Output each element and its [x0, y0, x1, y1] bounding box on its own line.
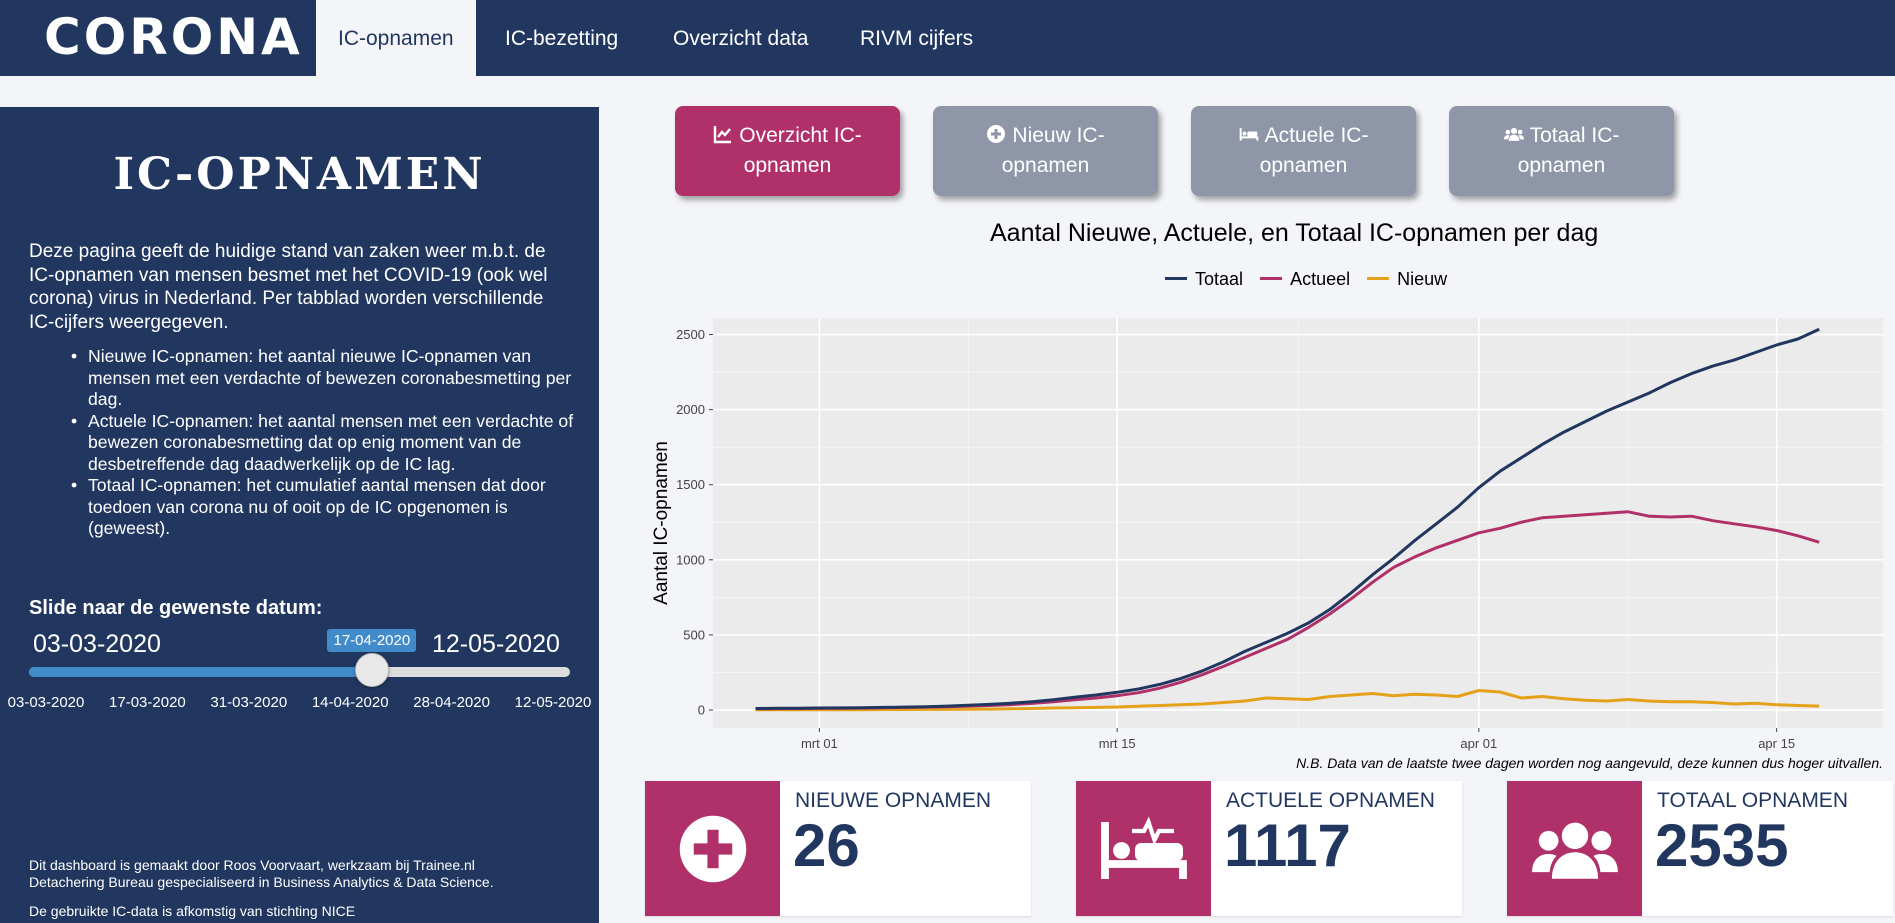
- tab-ic-bezetting[interactable]: IC-bezetting: [483, 0, 640, 76]
- x-tick-label: mrt 01: [801, 736, 838, 751]
- slider-tick-label: 31-03-2020: [210, 694, 288, 711]
- legend-nieuw[interactable]: Nieuw: [1367, 269, 1447, 290]
- slider-max-label: 12-05-2020: [432, 630, 560, 658]
- value-box-number: 2535: [1655, 812, 1789, 879]
- value-box-number: 1117: [1224, 812, 1351, 879]
- slider-tick-label: 14-04-2020: [311, 694, 389, 711]
- sidebar-title: IC-OPNAMEN: [113, 149, 486, 200]
- slider-tick-label: 03-03-2020: [7, 694, 85, 711]
- value-box-icon-bg: [645, 781, 780, 916]
- author-note: Dit dashboard is gemaakt door Roos Voorv…: [29, 857, 494, 890]
- date-slider-track[interactable]: [29, 667, 570, 677]
- bullet-nieuwe: Nieuwe IC-opnamen: het aantal nieuwe IC-…: [71, 346, 578, 411]
- y-axis-label: Aantal IC-opnamen: [651, 441, 672, 605]
- legend-totaal-label: Totaal: [1195, 269, 1244, 289]
- slider-min-label: 03-03-2020: [33, 630, 161, 658]
- x-tick-label: apr 15: [1758, 736, 1795, 751]
- slider-tick-label: 28-04-2020: [413, 694, 490, 711]
- chart-footnote: N.B. Data van de laatste twee dagen word…: [1296, 755, 1883, 771]
- hospital-bed-icon: [1239, 128, 1258, 141]
- ic-opnamen-line-chart[interactable]: 0 500 1000 1500 2000 2500 mrt 01 mrt 15 apr 01 ap…: [645, 305, 1890, 765]
- data-source-note: De gebruikte IC-data is afkomstig van st…: [29, 903, 356, 919]
- tab-rivm-cijfers[interactable]: RIVM cijfers: [838, 0, 995, 76]
- legend-totaal[interactable]: Totaal: [1165, 269, 1243, 290]
- value-box-number: 26: [793, 812, 860, 879]
- date-slider-fill: [29, 667, 372, 677]
- y-tick-label: 500: [683, 627, 705, 642]
- tab-ic-opnamen[interactable]: IC-opnamen: [316, 0, 476, 76]
- sidebar-intro: Deze pagina geeft de huidige stand van z…: [29, 241, 548, 333]
- y-tick-label: 1500: [676, 477, 705, 492]
- value-box-totaal: TOTAAL OPNAMEN 2535: [1507, 781, 1893, 916]
- value-box-label: ACTUELE OPNAMEN: [1226, 789, 1435, 812]
- y-tick-label: 2000: [676, 402, 705, 417]
- users-icon: [1531, 822, 1618, 879]
- x-tick-label: apr 01: [1460, 736, 1497, 751]
- sidebar-bullet-list: Nieuwe IC-opnamen: het aantal nieuwe IC-…: [71, 346, 578, 540]
- chart-title: Aantal Nieuwe, Actuele, en Totaal IC-opn…: [990, 219, 1599, 247]
- value-box-icon-bg: [1076, 781, 1211, 916]
- tab-overzicht-data[interactable]: Overzicht data: [651, 0, 830, 76]
- slider-tick-label: 17-03-2020: [109, 694, 186, 711]
- date-slider-handle[interactable]: [354, 653, 389, 687]
- legend-actueel[interactable]: Actueel: [1260, 269, 1350, 290]
- totaal-ic-opnamen-button[interactable]: Totaal IC-opnamen: [1449, 106, 1674, 196]
- slider-tick-label: 12-05-2020: [514, 694, 592, 711]
- value-box-label: NIEUWE OPNAMEN: [795, 789, 992, 812]
- button-label: Nieuw IC-opnamen: [1001, 124, 1105, 177]
- value-box-icon-bg: [1507, 781, 1642, 916]
- button-label: Actuele IC-opnamen: [1259, 124, 1369, 177]
- users-icon: [1503, 127, 1524, 141]
- bullet-totaal: Totaal IC-opnamen: het cumulatief aantal…: [71, 475, 578, 540]
- overzicht-ic-opnamen-button[interactable]: Overzicht IC-opnamen: [675, 106, 900, 196]
- sidebar: IC-OPNAMEN Deze pagina geeft de huidige …: [0, 107, 599, 923]
- x-tick-label: mrt 15: [1099, 736, 1136, 751]
- button-label: Totaal IC-opnamen: [1517, 124, 1620, 177]
- slider-label: Slide naar de gewenste datum:: [29, 597, 323, 619]
- y-tick-label: 0: [698, 702, 705, 717]
- legend-nieuw-label: Nieuw: [1397, 269, 1448, 289]
- top-navbar: CORONA IC-opnamen IC-bezetting Overzicht…: [0, 0, 1895, 76]
- chart-line-icon: [714, 126, 732, 144]
- bullet-actuele: Actuele IC-opnamen: het aantal mensen me…: [71, 411, 578, 476]
- hospital-bed-icon: [1100, 816, 1187, 879]
- value-box-actuele: ACTUELE OPNAMEN 1117: [1076, 781, 1462, 916]
- y-tick-label: 2500: [676, 327, 705, 342]
- author-line-2: Detachering Bureau gespecialiseerd in Bu…: [29, 873, 494, 890]
- plus-circle-icon: [987, 125, 1006, 143]
- actuele-ic-opnamen-button[interactable]: Actuele IC-opnamen: [1191, 106, 1416, 196]
- y-tick-label: 1000: [676, 552, 705, 567]
- slider-tick-labels: 03-03-2020 17-03-2020 31-03-2020 14-04-2020…: [0, 694, 599, 718]
- app-logo[interactable]: CORONA: [44, 8, 303, 66]
- chart-legend: Totaal Actueel Nieuw: [1165, 269, 1459, 290]
- value-box-nieuwe: NIEUWE OPNAMEN 26: [645, 781, 1031, 916]
- nieuw-ic-opnamen-button[interactable]: Nieuw IC-opnamen: [933, 106, 1158, 196]
- author-line-1: Dit dashboard is gemaakt door Roos Voorv…: [29, 857, 475, 873]
- slider-value-bubble: 17-04-2020: [327, 629, 417, 652]
- button-label: Overzicht IC-opnamen: [739, 124, 862, 177]
- legend-actueel-label: Actueel: [1290, 269, 1351, 289]
- value-box-label: TOTAAL OPNAMEN: [1657, 789, 1848, 812]
- plus-circle-icon: [679, 815, 746, 882]
